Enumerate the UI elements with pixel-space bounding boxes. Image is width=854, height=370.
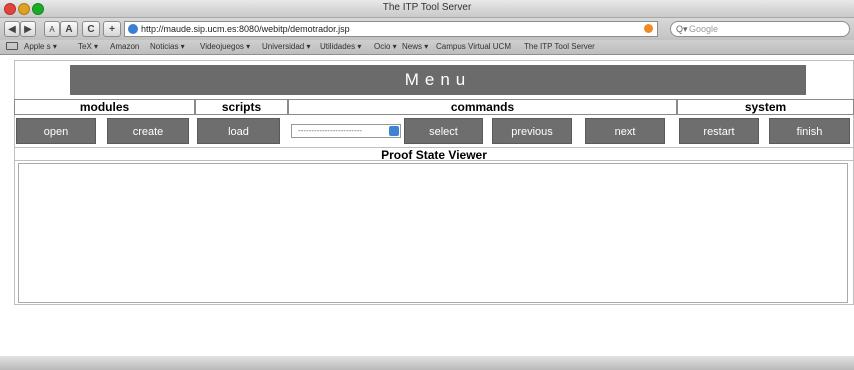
rss-icon[interactable] (644, 24, 653, 33)
bookmark-item[interactable]: Ocio ▾ (374, 42, 397, 51)
address-bar[interactable]: http://maude.sip.ucm.es:8080/webitp/demo… (124, 21, 658, 37)
text-smaller-button[interactable]: A (44, 21, 60, 37)
bookmark-item[interactable]: Apple s ▾ (24, 42, 57, 51)
search-icon: Q▾ (676, 24, 688, 34)
bookmark-item[interactable]: Campus Virtual UCM (436, 42, 511, 51)
bookmark-item[interactable]: TeX ▾ (78, 42, 98, 51)
address-url: http://maude.sip.ucm.es:8080/webitp/demo… (141, 24, 350, 34)
proof-state-viewer-area[interactable] (18, 163, 848, 303)
create-button[interactable]: create (107, 118, 189, 144)
globe-icon (128, 24, 138, 34)
window-bottom-bar (0, 356, 854, 370)
system-section-header: system (677, 99, 854, 115)
load-button[interactable]: load (197, 118, 280, 144)
next-button[interactable]: next (585, 118, 665, 144)
previous-button[interactable]: previous (492, 118, 572, 144)
bookmark-item[interactable]: Universidad ▾ (262, 42, 310, 51)
select-arrow-icon (389, 126, 399, 136)
select-button[interactable]: select (404, 118, 483, 144)
forward-button[interactable]: ▶ (20, 21, 36, 37)
finish-button[interactable]: finish (769, 118, 850, 144)
window-title: The ITP Tool Server (382, 2, 472, 13)
bookmarks-book-icon[interactable] (6, 42, 18, 50)
bookmark-item[interactable]: Amazon (110, 42, 139, 51)
menu-header: Menu (70, 65, 806, 95)
bookmark-item[interactable]: Videojuegos ▾ (200, 42, 250, 51)
search-placeholder: Google (689, 24, 719, 34)
reload-button[interactable]: C (82, 21, 100, 37)
bookmark-item[interactable]: Noticias ▾ (150, 42, 185, 51)
command-select-value: ------------------------ (298, 126, 362, 135)
bookmark-item[interactable]: News ▾ (402, 42, 428, 51)
commands-section-header: commands (288, 99, 677, 115)
bookmark-item[interactable]: The ITP Tool Server (524, 42, 595, 51)
text-bigger-button[interactable]: A (60, 21, 78, 37)
command-select[interactable]: ------------------------ (291, 124, 401, 138)
bookmarks-bar: Apple s ▾ TeX ▾ Amazon Noticias ▾ Videoj… (0, 40, 854, 55)
restart-button[interactable]: restart (679, 118, 759, 144)
proof-state-viewer-title: Proof State Viewer (14, 147, 854, 162)
open-button[interactable]: open (16, 118, 96, 144)
window-title-bar: The ITP Tool Server (0, 0, 854, 18)
search-field[interactable]: Q▾ Google (670, 21, 850, 37)
bookmark-item[interactable]: Utilidades ▾ (320, 42, 361, 51)
back-button[interactable]: ◀ (4, 21, 20, 37)
scripts-section-header: scripts (195, 99, 288, 115)
modules-section-header: modules (14, 99, 195, 115)
add-bookmark-button[interactable]: + (103, 21, 121, 37)
browser-toolbar: ◀ ▶ A A C + http://maude.sip.ucm.es:8080… (0, 18, 854, 40)
